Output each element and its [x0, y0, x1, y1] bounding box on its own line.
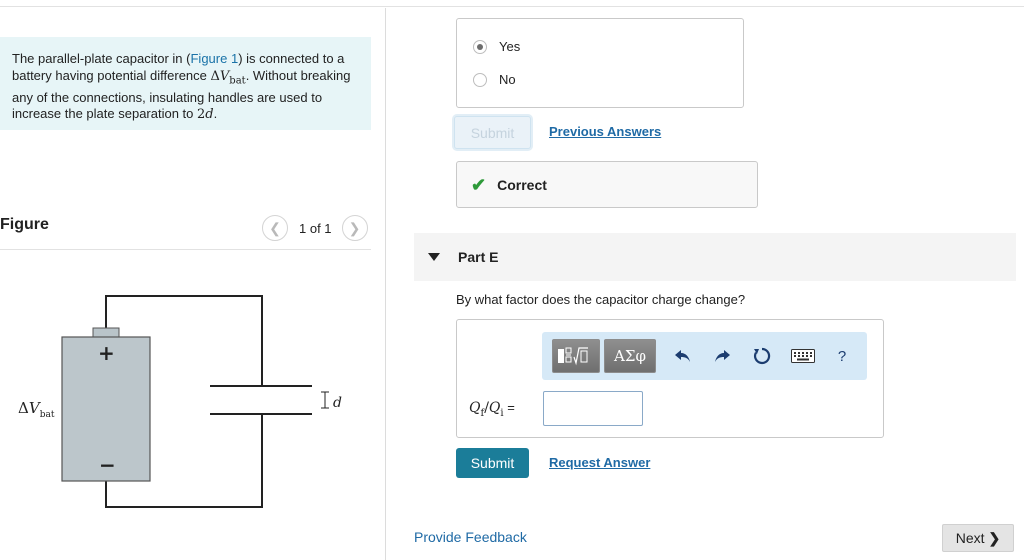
- capacitor-circuit-diagram: + − d ΔVbat: [18, 295, 342, 508]
- submit-button[interactable]: Submit: [456, 448, 529, 478]
- multiple-choice-box: Yes No: [456, 18, 744, 108]
- battery-minus-label: −: [99, 453, 116, 477]
- template-fraction-sqrt-icon: [558, 347, 588, 366]
- part-title: Part E: [458, 249, 499, 265]
- chevron-left-icon: ❮: [269, 219, 281, 236]
- top-rule: [0, 6, 1024, 7]
- radio-button[interactable]: [473, 39, 487, 54]
- option-label: Yes: [499, 39, 521, 54]
- figure-pager: ❮ 1 of 1 ❯: [262, 215, 368, 241]
- provide-feedback-link[interactable]: Provide Feedback: [414, 529, 527, 545]
- option-label: No: [499, 72, 516, 87]
- answer-label: Qf/Qi =: [469, 400, 515, 419]
- caret-down-icon[interactable]: [428, 253, 440, 261]
- option-yes[interactable]: Yes: [473, 39, 520, 54]
- question-text: By what factor does the capacitor charge…: [456, 292, 746, 307]
- next-label: Next: [955, 530, 985, 546]
- radio-button[interactable]: [473, 72, 487, 87]
- part-e-header[interactable]: Part E: [414, 233, 1016, 281]
- correct-feedback-box: ✔ Correct: [456, 161, 758, 208]
- pager-count: 1 of 1: [299, 220, 332, 236]
- option-no[interactable]: No: [473, 72, 516, 87]
- help-button[interactable]: ?: [830, 344, 854, 368]
- vbat-symbol: ΔVbat: [210, 68, 246, 87]
- pager-next-button[interactable]: ❯: [341, 215, 368, 241]
- greek-symbols-button[interactable]: ΑΣφ: [604, 339, 656, 373]
- chevron-right-icon: ❯: [348, 219, 361, 236]
- pager-prev-button[interactable]: ❮: [262, 215, 288, 241]
- radio-selected-dot: [477, 43, 483, 50]
- figure-label: Figure: [0, 216, 49, 233]
- request-answer-link[interactable]: Request Answer: [549, 455, 650, 470]
- correct-label: Correct: [497, 176, 547, 193]
- separation-value: 2d: [197, 107, 214, 123]
- pane-divider: [385, 8, 386, 560]
- undo-icon[interactable]: [671, 344, 695, 368]
- checkmark-icon: ✔: [471, 174, 487, 195]
- chevron-right-icon: ❯: [988, 529, 1001, 546]
- gap-label: d: [333, 395, 342, 411]
- answer-input[interactable]: [543, 391, 643, 426]
- voltage-label: ΔVbat: [18, 399, 55, 420]
- battery-plus-label: +: [98, 341, 115, 365]
- problem-text: The parallel-plate capacitor in (: [12, 51, 191, 66]
- math-toolbar: ΑΣφ ?: [542, 332, 867, 380]
- next-button[interactable]: Next ❯: [942, 524, 1014, 552]
- redo-icon[interactable]: [710, 344, 734, 368]
- problem-statement: The parallel-plate capacitor in (Figure …: [0, 37, 371, 130]
- problem-text: .: [213, 106, 218, 122]
- submit-button-disabled[interactable]: Submit: [454, 116, 531, 149]
- answer-box: ΑΣφ ? Qf/Qi =: [456, 319, 884, 438]
- previous-answers-link[interactable]: Previous Answers: [549, 124, 661, 139]
- figure-rule: [0, 249, 371, 250]
- keyboard-icon[interactable]: [788, 344, 818, 368]
- figure-link[interactable]: Figure 1: [190, 51, 238, 66]
- template-button[interactable]: [552, 339, 600, 373]
- reset-icon[interactable]: [750, 344, 774, 368]
